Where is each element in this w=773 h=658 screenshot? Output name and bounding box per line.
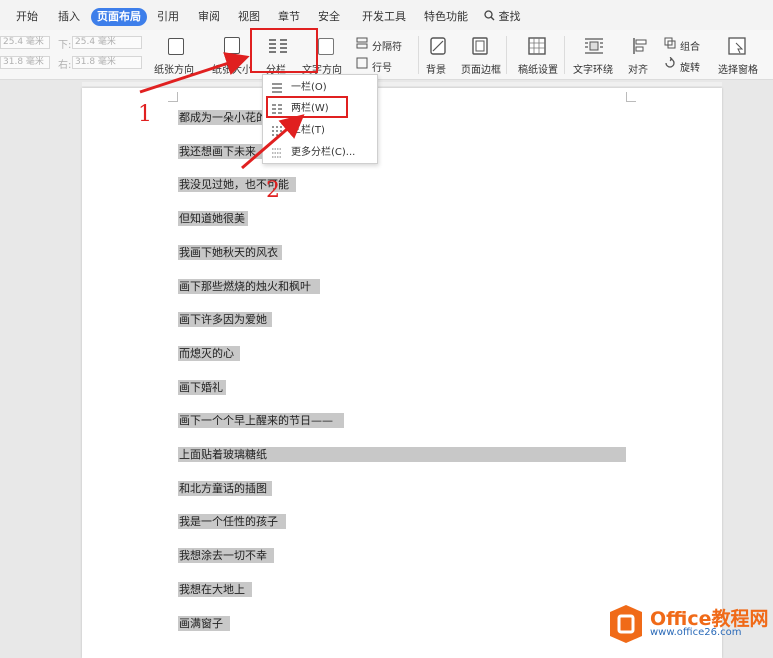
office-logo-icon bbox=[610, 605, 642, 643]
step-1-label: 1 bbox=[138, 102, 152, 127]
annotation-arrows bbox=[139, 52, 305, 170]
step-2-label: 2 bbox=[266, 178, 280, 203]
arrow-step2-icon bbox=[241, 114, 305, 170]
arrow-step1-icon bbox=[139, 52, 250, 94]
watermark: Office教程网 www.office26.com bbox=[608, 600, 773, 650]
watermark-url: www.office26.com bbox=[650, 627, 742, 638]
